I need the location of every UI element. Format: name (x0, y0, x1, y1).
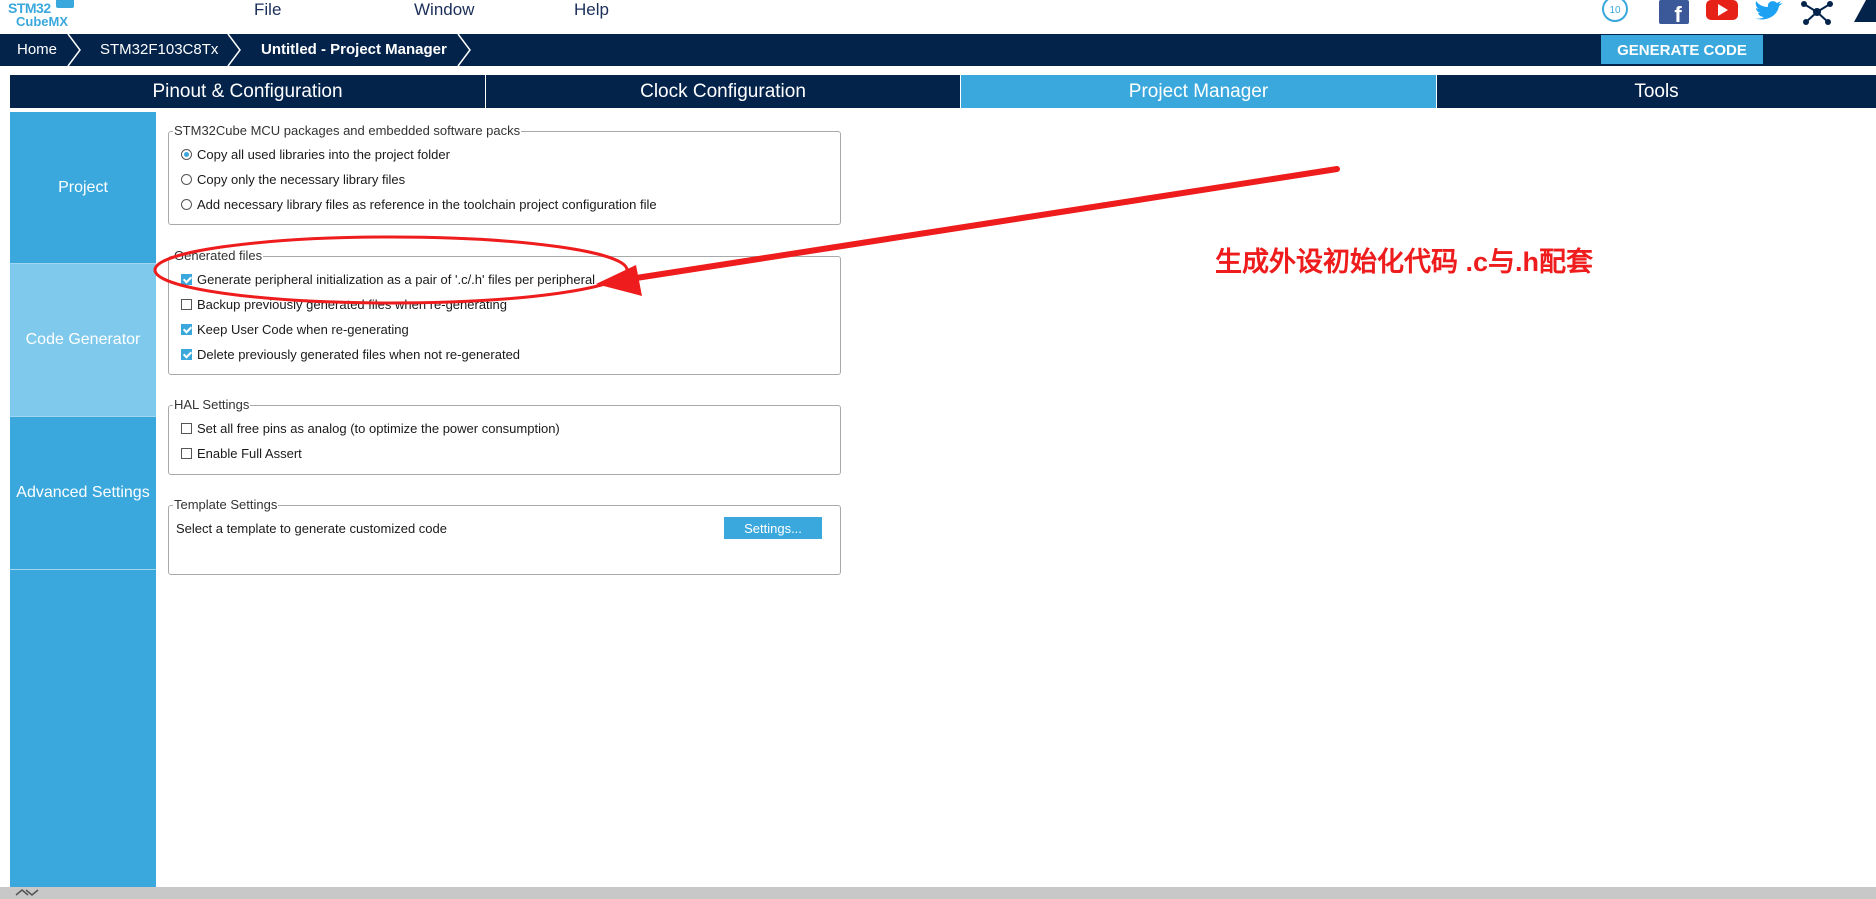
twitter-icon[interactable] (1753, 0, 1785, 26)
checkbox-keep-user-code[interactable]: Keep User Code when re-generating (181, 321, 409, 339)
breadcrumb-separator-icon (67, 34, 81, 66)
sidebar-item-code-generator[interactable]: Code Generator (10, 264, 156, 416)
breadcrumb-mcu[interactable]: STM32F103C8Tx (100, 34, 218, 66)
template-settings-group-title: Template Settings (173, 497, 279, 512)
checkbox-backup-generated[interactable]: Backup previously generated files when r… (181, 296, 507, 314)
breadcrumb-separator-icon (227, 34, 241, 66)
checkbox[interactable] (181, 274, 192, 285)
checkbox[interactable] (181, 299, 192, 310)
checkbox-label: Keep User Code when re-generating (197, 322, 409, 337)
anniversary-badge-icon[interactable]: 10 (1600, 0, 1630, 26)
checkbox-label: Enable Full Assert (197, 446, 302, 461)
network-icon[interactable] (1800, 0, 1834, 26)
template-description: Select a template to generate customized… (176, 521, 447, 536)
checkbox[interactable] (181, 324, 192, 335)
radio-label: Copy only the necessary library files (197, 172, 406, 187)
radio-button[interactable] (181, 149, 192, 160)
breadcrumb: Home STM32F103C8Tx Untitled - Project Ma… (0, 34, 1876, 66)
tab-project-manager[interactable]: Project Manager (961, 75, 1436, 108)
checkbox[interactable] (181, 423, 192, 434)
checkbox[interactable] (181, 448, 192, 459)
svg-text:f: f (1674, 2, 1682, 26)
st-logo-icon[interactable] (1852, 0, 1876, 26)
cube-icon (56, 0, 74, 8)
logo-text-line2: CubeMX (16, 14, 68, 29)
radio-copy-necessary-files[interactable]: Copy only the necessary library files (181, 171, 405, 189)
annotation-text: 生成外设初始化代码 .c与.h配套 (1215, 247, 1594, 277)
facebook-icon[interactable]: f (1658, 0, 1690, 26)
breadcrumb-separator-icon (457, 34, 471, 66)
checkbox-label: Generate peripheral initialization as a … (197, 272, 596, 287)
tab-clock-configuration[interactable]: Clock Configuration (486, 75, 960, 108)
checkbox-full-assert[interactable]: Enable Full Assert (181, 445, 302, 463)
packages-group-title: STM32Cube MCU packages and embedded soft… (173, 123, 522, 138)
checkbox-label: Backup previously generated files when r… (197, 297, 508, 312)
radio-button[interactable] (181, 199, 192, 210)
side-navigation: Project Code Generator Advanced Settings (10, 112, 156, 887)
bottom-status-bar (0, 887, 1876, 899)
checkbox-label: Delete previously generated files when n… (197, 347, 521, 362)
template-settings-group: Template Settings Select a template to g… (168, 497, 841, 575)
main-tabs: Pinout & Configuration Clock Configurati… (10, 75, 1876, 108)
checkbox-free-pins-analog[interactable]: Set all free pins as analog (to optimize… (181, 420, 560, 438)
radio-label: Copy all used libraries into the project… (197, 147, 450, 162)
generated-files-group: Generated files Generate peripheral init… (168, 248, 841, 375)
stm32cubemx-logo: STM32 CubeMX (8, 0, 78, 30)
hal-settings-group: HAL Settings Set all free pins as analog… (168, 397, 841, 475)
checkbox-generate-peripheral-pair[interactable]: Generate peripheral initialization as a … (181, 271, 595, 289)
youtube-icon[interactable] (1705, 0, 1739, 26)
sidebar-item-advanced-settings[interactable]: Advanced Settings (10, 417, 156, 569)
sidebar-item-project[interactable]: Project (10, 112, 156, 263)
hal-settings-group-title: HAL Settings (173, 397, 251, 412)
checkbox-label: Set all free pins as analog (to optimize… (197, 421, 560, 436)
checkbox-delete-not-regenerated[interactable]: Delete previously generated files when n… (181, 346, 520, 364)
generated-files-group-title: Generated files (173, 248, 264, 263)
radio-button[interactable] (181, 174, 192, 185)
radio-copy-all-libraries[interactable]: Copy all used libraries into the project… (181, 146, 450, 164)
packages-group: STM32Cube MCU packages and embedded soft… (168, 123, 841, 225)
menu-file[interactable]: File (254, 0, 281, 20)
menu-window[interactable]: Window (414, 0, 474, 20)
collapse-icon[interactable] (12, 887, 42, 899)
radio-label: Add necessary library files as reference… (197, 197, 657, 212)
generate-code-button[interactable]: GENERATE CODE (1601, 35, 1763, 64)
checkbox[interactable] (181, 349, 192, 360)
template-settings-button[interactable]: Settings... (724, 517, 822, 539)
breadcrumb-project[interactable]: Untitled - Project Manager (261, 34, 447, 66)
top-menu-bar: STM32 CubeMX File Window Help 10 f (0, 0, 1876, 34)
sidebar-divider (10, 569, 156, 570)
radio-add-as-reference[interactable]: Add necessary library files as reference… (181, 196, 657, 214)
svg-text:10: 10 (1609, 5, 1621, 16)
menu-help[interactable]: Help (574, 0, 609, 20)
tab-tools[interactable]: Tools (1437, 75, 1876, 108)
tab-pinout-configuration[interactable]: Pinout & Configuration (10, 75, 485, 108)
breadcrumb-home[interactable]: Home (17, 34, 57, 66)
